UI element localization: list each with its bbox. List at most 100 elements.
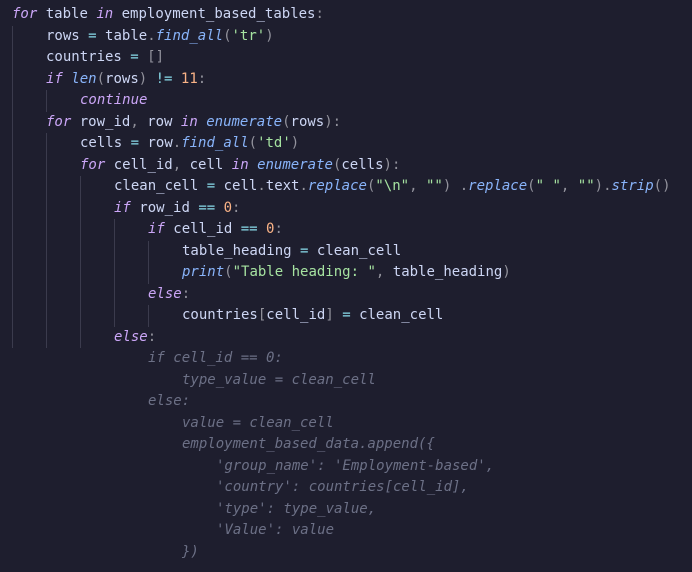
indent-guide (80, 391, 114, 413)
code-token: else: (148, 393, 190, 409)
code-line[interactable]: type_value = clean_cell (12, 370, 692, 392)
code-token: cell_id (114, 157, 173, 173)
indent-guide (46, 456, 80, 478)
code-token (232, 221, 240, 237)
code-line[interactable]: 'country': countries[cell_id], (12, 477, 692, 499)
code-token: : (148, 329, 156, 345)
code-line[interactable]: }) (12, 542, 692, 564)
code-token: in (181, 114, 198, 130)
code-line[interactable]: 'Value': value (12, 520, 692, 542)
code-token: employment_based_data.append({ (182, 436, 435, 452)
code-token: ] (325, 307, 333, 323)
code-token: ) (291, 135, 299, 151)
code-line[interactable]: if cell_id == 0: (12, 348, 692, 370)
code-token: ( (249, 135, 257, 151)
code-token (258, 221, 266, 237)
code-line[interactable]: if row_id == 0: (12, 198, 692, 220)
code-line[interactable]: if cell_id == 0: (12, 219, 692, 241)
code-line[interactable]: else: (12, 284, 692, 306)
code-line[interactable]: else: (12, 327, 692, 349)
code-token (172, 71, 180, 87)
code-line[interactable]: clean_cell = cell.text.replace("\n", "")… (12, 176, 692, 198)
code-line[interactable]: for table in employment_based_tables: (12, 4, 692, 26)
code-token: clean_cell (359, 307, 443, 323)
code-token: table (46, 6, 88, 22)
indent-guide (12, 477, 46, 499)
code-token: : (198, 71, 206, 87)
code-token: table (105, 28, 147, 44)
code-line[interactable]: print("Table heading: ", table_heading) (12, 262, 692, 284)
code-line[interactable]: countries = [] (12, 47, 692, 69)
code-token: cell (190, 157, 224, 173)
indent-guide (46, 155, 80, 177)
code-line[interactable]: for cell_id, cell in enumerate(cells): (12, 155, 692, 177)
code-token: 'Value': value (216, 522, 334, 538)
indent-guide (182, 477, 216, 499)
indent-guide (12, 112, 46, 134)
code-token: for (12, 6, 37, 22)
code-line[interactable]: countries[cell_id] = clean_cell (12, 305, 692, 327)
code-line[interactable]: else: (12, 391, 692, 413)
code-token: . (257, 178, 265, 194)
indent-guide (46, 348, 80, 370)
code-token (172, 114, 180, 130)
code-line[interactable]: 'type': type_value, (12, 499, 692, 521)
code-token: = (342, 307, 350, 323)
indent-guide (114, 542, 148, 564)
code-line[interactable]: employment_based_data.append({ (12, 434, 692, 456)
indent-guide (114, 241, 148, 263)
code-token: cell_id (266, 307, 325, 323)
indent-guide (12, 520, 46, 542)
indent-guide (46, 198, 80, 220)
indent-guide (80, 219, 114, 241)
code-token (71, 114, 79, 130)
indent-guide (46, 305, 80, 327)
code-token: ) (265, 28, 273, 44)
indent-guide (12, 413, 46, 435)
indent-guide (80, 241, 114, 263)
code-token (113, 6, 121, 22)
indent-guide (80, 284, 114, 306)
code-token: clean_cell (317, 243, 401, 259)
code-token (418, 178, 426, 194)
indent-guide (114, 348, 148, 370)
indent-guide (46, 434, 80, 456)
indent-guide (46, 327, 80, 349)
code-token: : (316, 6, 324, 22)
code-line[interactable]: for row_id, row in enumerate(rows): (12, 112, 692, 134)
indent-guide (12, 434, 46, 456)
indent-guide (148, 305, 182, 327)
code-token: . (460, 178, 468, 194)
code-token: " " (536, 178, 561, 194)
code-line[interactable]: if len(rows) != 11: (12, 69, 692, 91)
indent-guide (46, 413, 80, 435)
indent-guide (12, 262, 46, 284)
code-token: replace (308, 178, 367, 194)
code-line[interactable]: rows = table.find_all('tr') (12, 26, 692, 48)
indent-guide (12, 241, 46, 263)
indent-guide (114, 370, 148, 392)
code-token: , (409, 178, 417, 194)
code-token: else (114, 329, 148, 345)
code-line[interactable]: cells = row.find_all('td') (12, 133, 692, 155)
code-token: . (299, 178, 307, 194)
code-token: , (130, 114, 138, 130)
code-token: cell (224, 178, 258, 194)
code-line[interactable]: continue (12, 90, 692, 112)
code-token (334, 307, 342, 323)
code-line[interactable]: value = clean_cell (12, 413, 692, 435)
code-token: row_id (80, 114, 131, 130)
code-token: enumerate (257, 157, 333, 173)
indent-guide (46, 176, 80, 198)
indent-guide (46, 90, 80, 112)
code-line[interactable]: 'group_name': 'Employment-based', (12, 456, 692, 478)
code-line[interactable]: table_heading = clean_cell (12, 241, 692, 263)
code-token: ( (654, 178, 662, 194)
indent-guide (80, 434, 114, 456)
code-token: find_all (181, 135, 248, 151)
indent-guide (148, 241, 182, 263)
indent-guide (148, 413, 182, 435)
indent-guide (46, 520, 80, 542)
code-editor[interactable]: for table in employment_based_tables:row… (0, 0, 692, 563)
code-token: countries (182, 307, 258, 323)
